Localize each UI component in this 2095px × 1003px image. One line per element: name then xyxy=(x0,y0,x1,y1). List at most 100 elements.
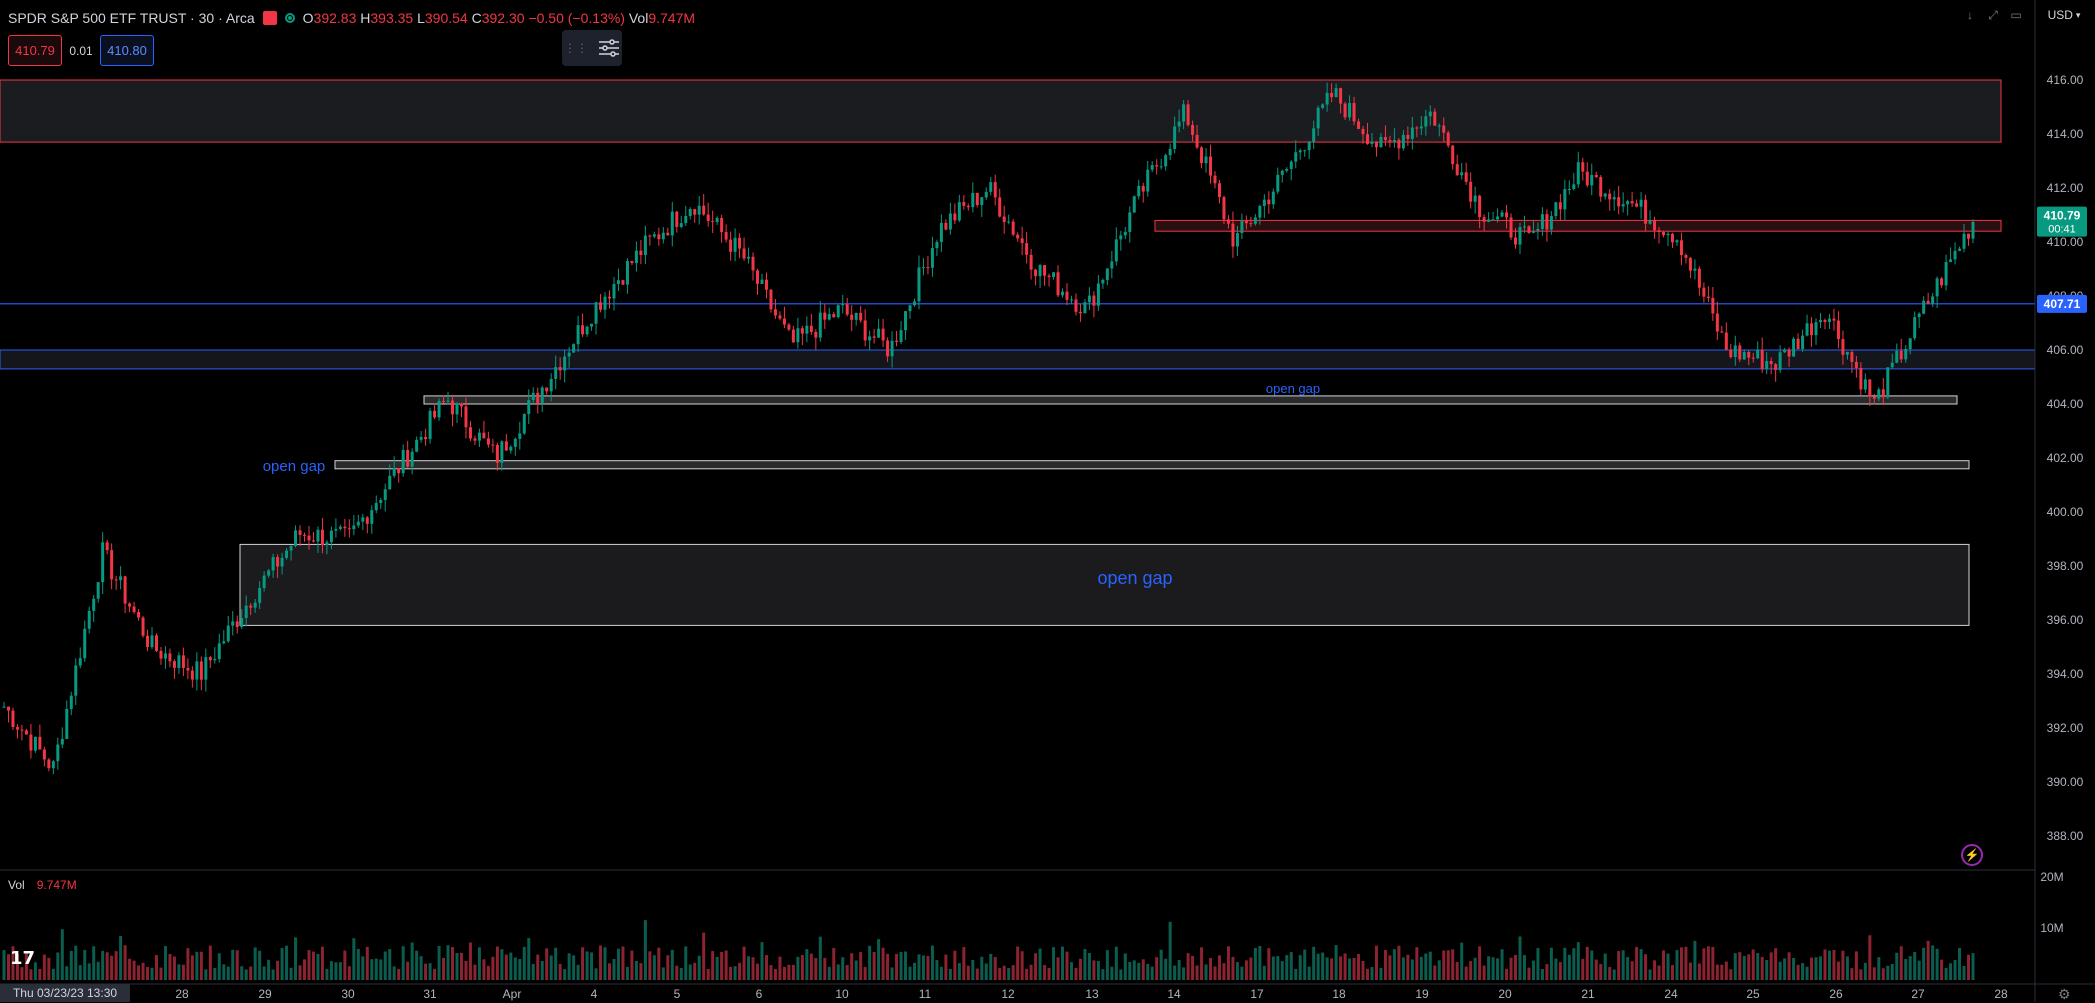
candle-body xyxy=(347,528,351,530)
volume-bar xyxy=(352,938,356,980)
candle-body xyxy=(397,468,401,474)
volume-bar xyxy=(451,947,455,980)
candle-body xyxy=(1801,335,1805,350)
candle-body xyxy=(1249,223,1253,225)
candle-body xyxy=(249,605,253,608)
candle-body xyxy=(912,301,916,306)
symbol-title[interactable]: SPDR S&P 500 ETF TRUST · 30 · Arca xyxy=(8,10,255,26)
candle-body xyxy=(554,367,558,379)
candle-body xyxy=(1670,233,1674,243)
volume-bar xyxy=(1783,958,1787,980)
candle-body xyxy=(383,489,387,501)
candle-body xyxy=(1747,351,1751,358)
candle-body xyxy=(1644,199,1648,224)
volume-bar xyxy=(1796,964,1800,980)
candle-body xyxy=(724,232,728,240)
drawing-settings-toolbar[interactable]: ⋮⋮ xyxy=(562,30,622,66)
volume-bar xyxy=(473,964,477,980)
candle-body xyxy=(172,661,176,668)
candle-body xyxy=(567,352,571,357)
last-price-value: 410.79 xyxy=(2044,209,2081,223)
candle-body xyxy=(935,241,939,249)
settings-sliders-icon[interactable] xyxy=(598,39,620,57)
candle-body xyxy=(1742,351,1746,360)
volume-bar xyxy=(733,966,737,980)
candle-body xyxy=(1518,227,1522,245)
volume-bar xyxy=(1505,968,1509,980)
candle-body xyxy=(1854,361,1858,368)
volume-tick-label: 20M xyxy=(2040,870,2063,884)
volume-bar xyxy=(697,955,701,980)
volume-bar xyxy=(522,946,526,980)
candle-body xyxy=(1235,233,1239,247)
candle-body xyxy=(1285,169,1289,171)
volume-bar xyxy=(78,965,82,980)
candle-body xyxy=(1276,174,1280,192)
candle-body xyxy=(1558,202,1562,210)
candle-body xyxy=(1025,243,1029,255)
volume-bar xyxy=(150,967,154,980)
drag-handle-icon[interactable]: ⋮⋮ xyxy=(564,42,588,54)
candle-body xyxy=(1361,128,1365,135)
volume-bar xyxy=(1307,966,1311,980)
currency-select[interactable]: USD ▾ xyxy=(2040,6,2088,24)
volume-bar xyxy=(899,951,903,980)
candle-body xyxy=(240,618,244,628)
candle-body xyxy=(1464,172,1468,182)
volume-bar xyxy=(428,963,432,980)
price-chart[interactable]: open gapopen gapopen gap 416.00414.00412… xyxy=(0,0,2095,1002)
volume-bar xyxy=(1630,961,1634,980)
candle-body xyxy=(751,256,755,271)
volume-bar xyxy=(1863,962,1867,980)
volume-bar xyxy=(563,969,567,980)
volume-bar xyxy=(388,949,392,980)
candle-body xyxy=(83,628,87,659)
buy-button[interactable]: 410.80 xyxy=(100,35,154,66)
expand-icon[interactable]: ⤢ xyxy=(1985,6,2001,24)
tradingview-logo[interactable]: 17 xyxy=(10,948,35,969)
candle-body xyxy=(895,340,899,343)
candle-body xyxy=(778,315,782,319)
volume-bar xyxy=(1253,947,1257,980)
arrow-down-icon[interactable]: ↓ xyxy=(1962,6,1978,24)
candle-body xyxy=(1567,189,1571,191)
candle-body xyxy=(1756,349,1760,359)
volume-bar xyxy=(616,948,620,980)
candle-body xyxy=(343,526,347,529)
gear-icon[interactable]: ⚙ xyxy=(2058,986,2071,1003)
volume-bar xyxy=(1724,961,1728,980)
volume-bar xyxy=(1679,947,1683,980)
candle-body xyxy=(926,267,930,269)
screenshot-icon[interactable]: ▭ xyxy=(2008,6,2024,24)
candle-body xyxy=(1522,226,1526,228)
candle-body xyxy=(163,653,167,659)
volume-bar xyxy=(1177,959,1181,980)
volume-bar xyxy=(1043,965,1047,980)
volume-bar xyxy=(74,945,78,980)
candle-body xyxy=(110,550,114,580)
volume-bar xyxy=(365,946,369,980)
sell-button[interactable]: 410.79 xyxy=(8,35,62,66)
candle-body xyxy=(217,643,221,660)
volume-bar xyxy=(1379,967,1383,980)
time-tick-label: 24 xyxy=(1664,987,1678,1001)
candle-body xyxy=(379,500,383,503)
candle-body xyxy=(930,248,934,268)
flag-icon[interactable] xyxy=(262,11,277,25)
volume-bar xyxy=(791,964,795,980)
candle-body xyxy=(1563,189,1567,210)
candle-body xyxy=(96,582,100,599)
candle-body xyxy=(1958,248,1962,251)
lightning-icon[interactable]: ⚡ xyxy=(1961,844,1983,866)
candle-body xyxy=(1267,199,1271,205)
volume-bar xyxy=(1446,950,1450,980)
candle-body xyxy=(1554,202,1558,217)
candle-body xyxy=(455,403,459,415)
volume-bar xyxy=(935,960,939,980)
time-tick-label: 27 xyxy=(1911,987,1925,1001)
candle-body xyxy=(639,250,643,255)
candle-body xyxy=(231,621,235,626)
volume-bar xyxy=(1540,968,1544,980)
candle-body xyxy=(24,730,28,735)
candle-body xyxy=(1222,197,1226,220)
